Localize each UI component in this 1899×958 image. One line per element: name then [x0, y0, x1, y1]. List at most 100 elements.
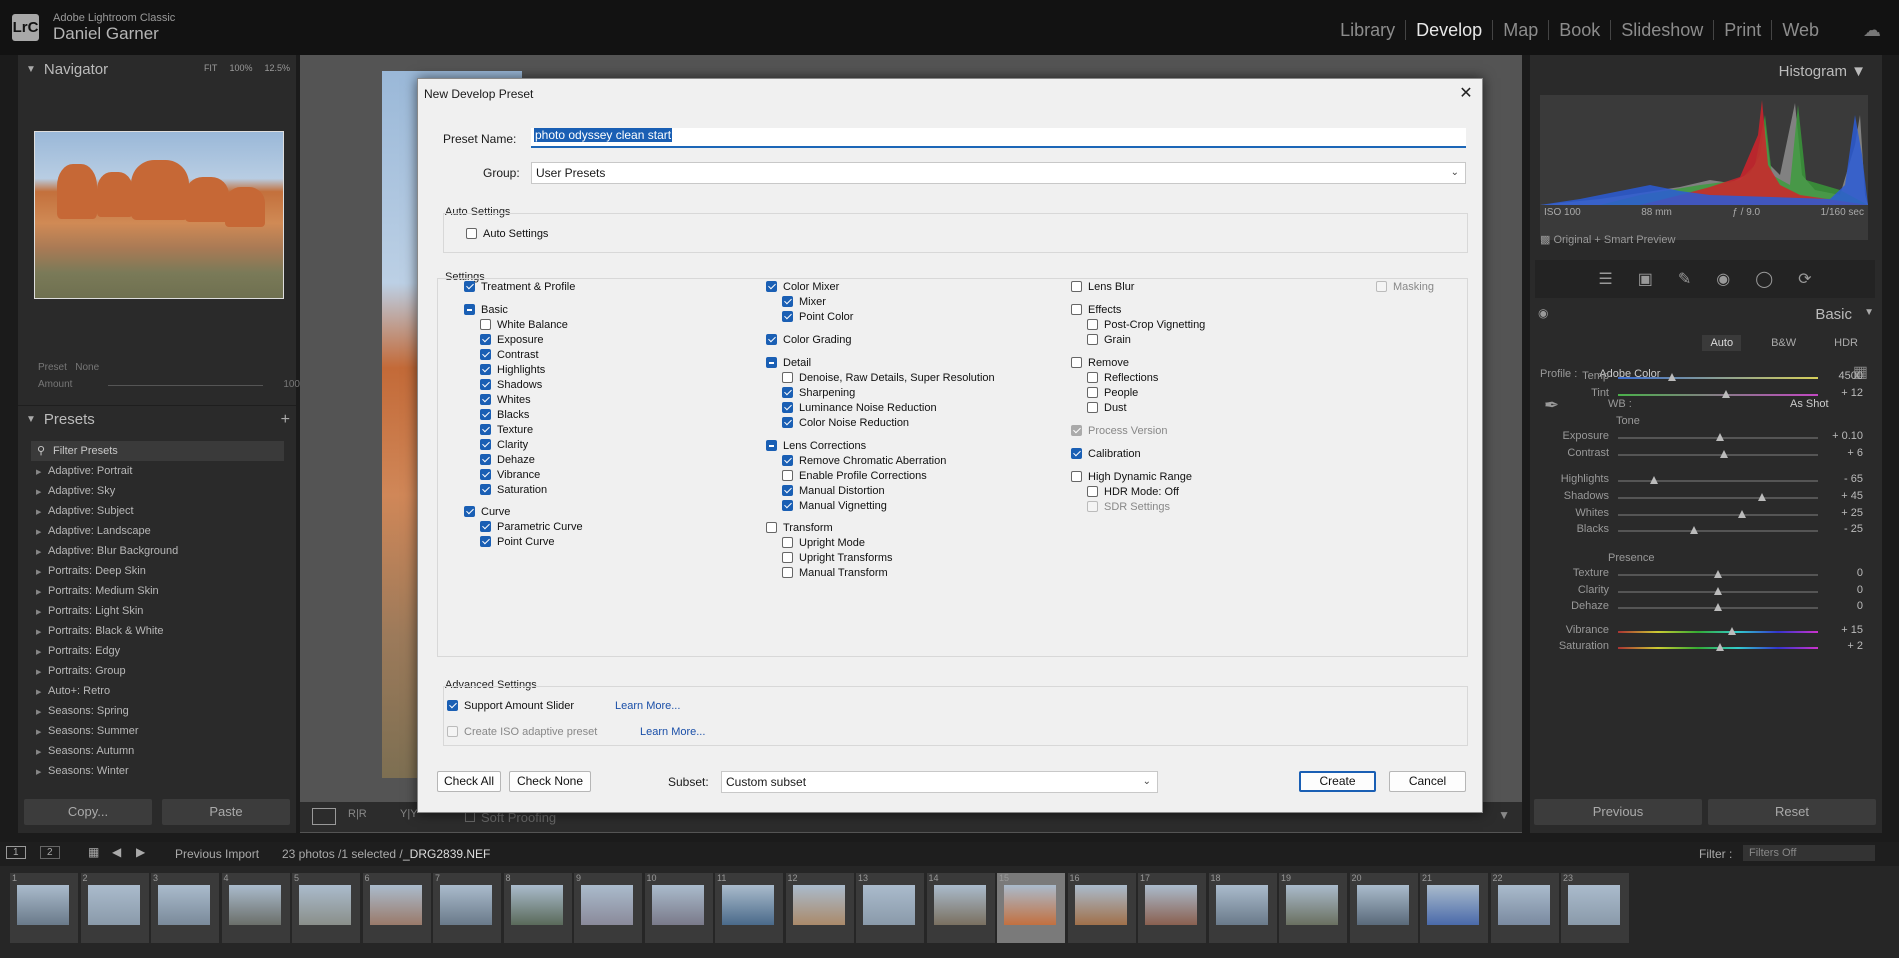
soft-proofing-checkbox[interactable]	[465, 812, 475, 822]
filmstrip-thumbnail[interactable]: 2	[80, 873, 149, 943]
filmstrip-thumbnail[interactable]: 14	[926, 873, 995, 943]
shadows-slider[interactable]: Shadows + 45	[1530, 490, 1875, 506]
preset-group-item[interactable]: Portraits: Light Skin	[36, 605, 291, 625]
filmstrip-thumbnail[interactable]: 13	[856, 873, 924, 943]
presets-header[interactable]: ▼ Presets +	[18, 405, 296, 433]
preset-group-item[interactable]: Adaptive: Landscape	[36, 525, 291, 545]
source-label[interactable]: Previous Import	[175, 847, 259, 861]
setting-checkbox[interactable]: Manual Distortion	[782, 483, 885, 498]
setting-checkbox[interactable]: Detail	[766, 355, 811, 370]
contrast-slider[interactable]: Contrast + 6	[1530, 447, 1875, 463]
texture-knob[interactable]	[1714, 570, 1722, 578]
tint-track[interactable]	[1618, 394, 1818, 396]
preset-group-item[interactable]: Adaptive: Blur Background	[36, 545, 291, 565]
setting-checkbox[interactable]: Calibration	[1071, 446, 1141, 461]
filmstrip-thumbnail[interactable]: 18	[1208, 873, 1277, 943]
setting-checkbox[interactable]: Mixer	[782, 294, 826, 309]
filter-presets-input[interactable]: ⚲ Filter Presets	[31, 441, 284, 461]
filmstrip-thumbnail[interactable]: 1	[10, 873, 78, 943]
setting-checkbox[interactable]: Color Mixer	[766, 279, 839, 294]
auto-settings-checkbox[interactable]: Auto Settings	[466, 226, 548, 241]
preset-group-item[interactable]: Auto+: Retro	[36, 685, 291, 705]
whites-knob[interactable]	[1738, 510, 1746, 518]
texture-slider[interactable]: Texture 0	[1530, 567, 1875, 583]
setting-checkbox[interactable]: HDR Mode: Off	[1087, 484, 1179, 499]
preset-group-item[interactable]: Portraits: Medium Skin	[36, 585, 291, 605]
blacks-track[interactable]	[1618, 530, 1818, 532]
masking-icon[interactable]: ◯	[1755, 269, 1773, 289]
filmstrip-thumbnail[interactable]: 22	[1490, 873, 1559, 943]
setting-checkbox[interactable]: Manual Transform	[782, 565, 888, 580]
crop-icon[interactable]: ▣	[1638, 269, 1653, 289]
module-print[interactable]: Print	[1713, 20, 1771, 40]
vibrance-track[interactable]	[1618, 631, 1818, 633]
filmstrip-thumbnail[interactable]: 6	[362, 873, 431, 943]
setting-checkbox[interactable]: Point Curve	[480, 534, 554, 549]
close-icon[interactable]: ✕	[1456, 83, 1476, 103]
setting-checkbox[interactable]: White Balance	[480, 317, 568, 332]
basic-panel-header[interactable]: ◉ Basic ▼	[1530, 302, 1882, 328]
setting-checkbox[interactable]: Manual Vignetting	[782, 498, 887, 513]
preset-group-item[interactable]: Seasons: Autumn	[36, 745, 291, 765]
filmstrip-thumbnail[interactable]: 21	[1420, 873, 1488, 943]
group-dropdown[interactable]: User Presets ⌄	[531, 162, 1466, 184]
toolbar-menu-icon[interactable]: ▼	[1498, 808, 1510, 822]
filmstrip-thumbnail[interactable]: 11	[715, 873, 783, 943]
setting-checkbox[interactable]: Sharpening	[782, 385, 855, 400]
tint-slider[interactable]: Tint + 12	[1530, 387, 1875, 403]
temp-slider[interactable]: Temp 4500	[1530, 370, 1875, 386]
setting-checkbox[interactable]: Lens Corrections	[766, 438, 866, 453]
setting-checkbox[interactable]: Lens Blur	[1071, 279, 1134, 294]
blacks-slider[interactable]: Blacks - 25	[1530, 523, 1875, 539]
clarity-knob[interactable]	[1714, 587, 1722, 595]
subset-dropdown[interactable]: Custom subset ⌄	[721, 771, 1158, 793]
hdr-button[interactable]: HDR	[1826, 335, 1866, 351]
setting-checkbox[interactable]: Reflections	[1087, 370, 1158, 385]
forward-arrow-icon[interactable]: ▶	[136, 845, 145, 859]
edit-sliders-icon[interactable]: ☰	[1598, 269, 1612, 289]
highlights-slider[interactable]: Highlights - 65	[1530, 473, 1875, 489]
blacks-knob[interactable]	[1690, 526, 1698, 534]
preset-group-item[interactable]: Seasons: Winter	[36, 765, 291, 785]
setting-checkbox[interactable]: Effects	[1071, 302, 1121, 317]
preset-group-item[interactable]: Adaptive: Sky	[36, 485, 291, 505]
main-screen-button[interactable]: 1	[6, 846, 26, 859]
filmstrip-thumbnail[interactable]: 23	[1561, 873, 1629, 943]
preset-group-item[interactable]: Adaptive: Portrait	[36, 465, 291, 485]
vibrance-knob[interactable]	[1728, 627, 1736, 635]
visibility-eye-icon[interactable]: ◉	[1538, 306, 1548, 320]
filter-dropdown[interactable]: Filters Off	[1743, 845, 1875, 861]
setting-checkbox[interactable]: Enable Profile Corrections	[782, 468, 927, 483]
filmstrip-thumbnail[interactable]: 3	[151, 873, 219, 943]
file-name[interactable]: _DRG2839.NEF	[403, 847, 490, 861]
setting-checkbox[interactable]: Basic	[464, 302, 508, 317]
highlights-knob[interactable]	[1650, 476, 1658, 484]
filmstrip-thumbnail[interactable]: 4	[221, 873, 290, 943]
setting-checkbox[interactable]: Vibrance	[480, 467, 540, 482]
previous-button[interactable]: Previous	[1534, 799, 1702, 825]
filmstrip-thumbnail[interactable]: 15	[997, 873, 1065, 943]
preset-group-item[interactable]: Portraits: Deep Skin	[36, 565, 291, 585]
setting-checkbox[interactable]: Post-Crop Vignetting	[1087, 317, 1205, 332]
module-web[interactable]: Web	[1771, 20, 1829, 40]
zoom-100[interactable]: 100%	[229, 63, 252, 73]
temp-knob[interactable]	[1668, 373, 1676, 381]
contrast-track[interactable]	[1618, 454, 1818, 456]
setting-checkbox[interactable]: Remove	[1071, 355, 1129, 370]
setting-checkbox[interactable]: Parametric Curve	[480, 519, 583, 534]
zoom-12[interactable]: 12.5%	[264, 63, 290, 73]
module-library[interactable]: Library	[1330, 20, 1405, 40]
setting-checkbox[interactable]: Upright Transforms	[782, 550, 893, 565]
yy-view-icon[interactable]: Y|Y	[400, 808, 418, 820]
setting-checkbox[interactable]: Point Color	[782, 309, 853, 324]
tint-knob[interactable]	[1722, 390, 1730, 398]
setting-checkbox[interactable]: Transform	[766, 520, 833, 535]
vibrance-slider[interactable]: Vibrance + 15	[1530, 624, 1875, 640]
setting-checkbox[interactable]: Exposure	[480, 332, 543, 347]
copy-button[interactable]: Copy...	[24, 799, 152, 825]
filmstrip-thumbnail[interactable]: 20	[1349, 873, 1418, 943]
setting-checkbox[interactable]: Whites	[480, 392, 531, 407]
shadows-knob[interactable]	[1758, 493, 1766, 501]
setting-checkbox[interactable]: Color Noise Reduction	[782, 415, 909, 430]
filmstrip-thumbnail[interactable]: 19	[1279, 873, 1347, 943]
